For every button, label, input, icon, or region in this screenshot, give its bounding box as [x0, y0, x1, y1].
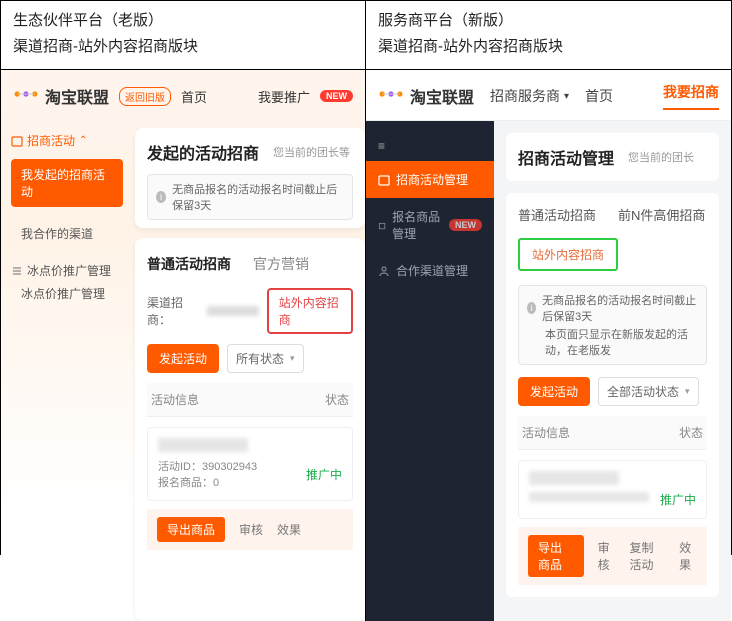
left-app: 淘宝联盟 返回旧版 首页 我要推广 NEW 招商活动 ⌃ 我发起的招商活动 我合… — [1, 70, 365, 621]
tab-topn[interactable]: 前N件高佣招商 — [618, 205, 705, 224]
sidebar-group-recruit[interactable]: 招商活动 ⌃ — [11, 132, 123, 149]
panel-title: 发起的活动招商 — [147, 140, 259, 164]
panel-subtitle: 您当前的团长 — [628, 149, 694, 165]
sidebar-item-channel-mgmt[interactable]: 合作渠道管理 — [366, 252, 494, 289]
chevron-down-icon: ▾ — [564, 91, 569, 102]
tab-normal[interactable]: 普通活动招商 — [518, 205, 596, 224]
redacted-text — [207, 306, 259, 316]
cube-icon — [378, 219, 386, 231]
filter-label: 渠道招商： — [147, 294, 199, 328]
people-icon — [378, 265, 390, 277]
sidebar-item-my-activities[interactable]: 我发起的招商活动 — [11, 159, 123, 207]
export-button[interactable]: 导出商品 — [528, 535, 584, 577]
right-title: 服务商平台（新版） — [378, 9, 719, 33]
col-activity-info: 活动信息 — [151, 391, 199, 408]
right-content: 招商活动管理 您当前的团长 普通活动招商 前N件高佣招商 站外内容招商 i无商品… — [494, 121, 731, 621]
status-badge: 推广中 — [306, 466, 342, 483]
status-select[interactable]: 全部活动状态 ▾ — [598, 377, 699, 406]
chip-external-content[interactable]: 站外内容招商 — [518, 238, 618, 271]
right-subtitle: 渠道招商-站外内容招商版块 — [378, 35, 719, 59]
right-sidebar: ≡ 招商活动管理 报名商品管理 NEW 合作渠道管理 — [366, 121, 494, 621]
left-column: 生态伙伴平台（老版） 渠道招商-站外内容招商版块 淘宝联盟 返回旧版 首页 我要… — [1, 1, 366, 621]
new-badge: NEW — [320, 90, 353, 102]
brand-logo[interactable]: 淘宝联盟 — [13, 84, 109, 108]
chevron-down-icon: ▾ — [290, 353, 295, 364]
right-header: 服务商平台（新版） 渠道招商-站外内容招商版块 — [366, 1, 731, 70]
review-link[interactable]: 审核 — [239, 521, 263, 538]
col-status: 状态 — [679, 424, 703, 441]
left-topbar: 淘宝联盟 返回旧版 首页 我要推广 NEW — [1, 70, 365, 118]
brand-text: 淘宝联盟 — [45, 84, 109, 108]
sidebar-item-activity-mgmt[interactable]: 招商活动管理 — [366, 161, 494, 198]
chip-external-content[interactable]: 站外内容招商 — [267, 288, 353, 334]
redacted-block — [529, 471, 619, 485]
calendar-icon — [378, 174, 390, 186]
effect-link[interactable]: 效果 — [679, 539, 697, 573]
status-select[interactable]: 所有状态 ▾ — [227, 344, 304, 373]
sidebar-group-freeze[interactable]: 冰点价推广管理 — [11, 262, 123, 279]
sidebar-item-goods-mgmt[interactable]: 报名商品管理 NEW — [366, 198, 494, 252]
chevron-down-icon: ▾ — [685, 386, 690, 397]
create-activity-button[interactable]: 发起活动 — [518, 377, 590, 406]
brand-text: 淘宝联盟 — [410, 84, 474, 108]
review-link[interactable]: 审核 — [598, 539, 616, 573]
left-subtitle: 渠道招商-站外内容招商版块 — [13, 35, 353, 59]
nav-recruit[interactable]: 我要招商 — [663, 82, 719, 110]
col-activity-info: 活动信息 — [522, 424, 570, 441]
redacted-block — [529, 492, 649, 502]
info-icon: i — [156, 191, 166, 203]
signup-count: 0 — [213, 477, 219, 489]
sidebar-item-freeze2[interactable]: 冰点价推广管理 — [11, 279, 123, 308]
right-column: 服务商平台（新版） 渠道招商-站外内容招商版块 淘宝联盟 招商服务商▾ 首页 我… — [366, 1, 731, 621]
right-topbar: 淘宝联盟 招商服务商▾ 首页 我要招商 — [366, 70, 731, 121]
chevron-up-icon: ⌃ — [79, 135, 87, 146]
row-actions: 导出商品 审核 效果 — [147, 509, 353, 550]
logo-icon — [378, 86, 404, 107]
nav-service[interactable]: 招商服务商▾ — [490, 86, 569, 106]
copy-link[interactable]: 复制活动 — [630, 539, 666, 573]
left-title: 生态伙伴平台（老版） — [13, 9, 353, 33]
brand-logo[interactable]: 淘宝联盟 — [378, 84, 474, 108]
calendar-icon — [11, 135, 23, 147]
back-old-badge[interactable]: 返回旧版 — [119, 87, 171, 106]
left-sidebar: 招商活动 ⌃ 我发起的招商活动 我合作的渠道 冰点价推广管理 冰点价推广管理 — [1, 118, 129, 621]
comparison-grid: 生态伙伴平台（老版） 渠道招商-站外内容招商版块 淘宝联盟 返回旧版 首页 我要… — [0, 0, 732, 555]
hamburger-icon[interactable]: ≡ — [366, 131, 494, 161]
nav-home[interactable]: 首页 — [585, 86, 613, 106]
left-content: 发起的活动招商 您当前的团长等 i 无商品报名的活动报名时间截止后保留3天 普通… — [129, 118, 365, 621]
activity-row: 活动ID：390302943 报名商品：0 推广中 — [147, 427, 353, 501]
info-icon: i — [527, 302, 536, 314]
nav-home[interactable]: 首页 — [181, 87, 207, 106]
status-badge: 推广中 — [660, 491, 696, 508]
alert-banner: i无商品报名的活动报名时间截止后保留3天 本页面只显示在新版发起的活动，在老版发 — [518, 285, 707, 365]
panel-title: 招商活动管理 — [518, 145, 614, 169]
logo-icon — [13, 86, 39, 107]
alert-banner: i 无商品报名的活动报名时间截止后保留3天 — [147, 174, 353, 220]
list-icon — [11, 265, 23, 277]
row-actions: 导出商品 审核 复制活动 效果 — [518, 527, 707, 585]
col-status: 状态 — [325, 391, 349, 408]
activity-row: 推广中 — [518, 460, 707, 519]
sidebar-item-channels[interactable]: 我合作的渠道 — [11, 219, 123, 248]
nav-promo[interactable]: 我要推广 — [258, 87, 310, 106]
activity-id: 390302943 — [202, 461, 257, 473]
right-app: 淘宝联盟 招商服务商▾ 首页 我要招商 ≡ 招商活动管理 报名商品管理 NEW — [366, 70, 731, 621]
export-button[interactable]: 导出商品 — [157, 517, 225, 542]
create-activity-button[interactable]: 发起活动 — [147, 344, 219, 373]
tab-official[interactable]: 官方营销 — [253, 254, 309, 274]
panel-subtitle: 您当前的团长等 — [273, 144, 350, 160]
effect-link[interactable]: 效果 — [277, 521, 301, 538]
redacted-block — [158, 438, 248, 452]
tab-normal[interactable]: 普通活动招商 — [147, 254, 231, 274]
left-header: 生态伙伴平台（老版） 渠道招商-站外内容招商版块 — [1, 1, 365, 70]
new-badge: NEW — [449, 219, 482, 231]
